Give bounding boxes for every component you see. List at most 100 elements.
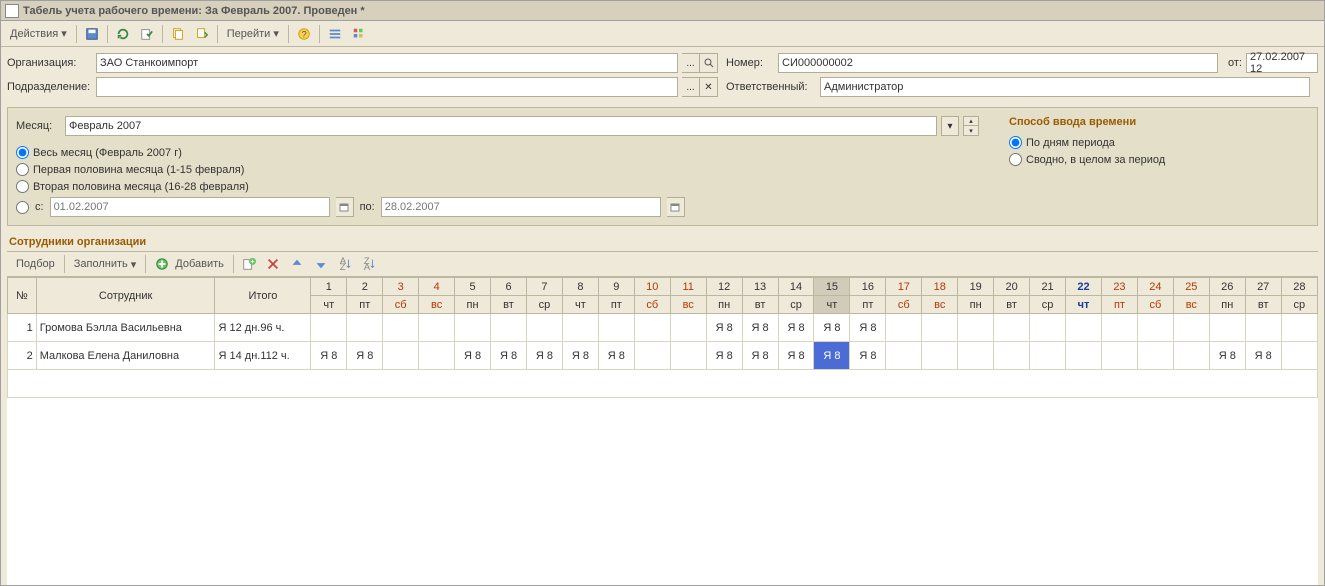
fill-menu[interactable]: Заполнить ▾: [69, 254, 142, 274]
cell-day[interactable]: [1030, 314, 1066, 342]
col-wd-16[interactable]: пт: [850, 296, 886, 314]
cell-day[interactable]: Я 8: [347, 342, 383, 370]
cell-day[interactable]: [886, 342, 922, 370]
dept-select-button[interactable]: ...: [682, 77, 700, 97]
cell-day[interactable]: Я 8: [850, 314, 886, 342]
period-second-radio[interactable]: [16, 180, 29, 193]
col-wd-8[interactable]: чт: [562, 296, 598, 314]
period-to-input[interactable]: 28.02.2007: [381, 197, 661, 217]
cell-day[interactable]: [1173, 342, 1209, 370]
col-wd-3[interactable]: сб: [383, 296, 419, 314]
cell-day[interactable]: [1101, 314, 1137, 342]
cell-day[interactable]: [383, 342, 419, 370]
post-button[interactable]: [136, 24, 158, 44]
org-lookup-button[interactable]: [700, 53, 718, 73]
col-wd-24[interactable]: сб: [1137, 296, 1173, 314]
col-wd-1[interactable]: чт: [311, 296, 347, 314]
cell-day[interactable]: [383, 314, 419, 342]
cell-day[interactable]: [634, 314, 670, 342]
col-wd-6[interactable]: вт: [491, 296, 527, 314]
col-day-15[interactable]: 15: [814, 278, 850, 296]
cell-day[interactable]: Я 8: [706, 342, 742, 370]
period-first-radio[interactable]: [16, 163, 29, 176]
add-button[interactable]: Добавить: [150, 254, 229, 274]
cell-day[interactable]: Я 8: [562, 342, 598, 370]
insert-button[interactable]: [238, 254, 260, 274]
cell-day[interactable]: [598, 314, 634, 342]
cell-day[interactable]: Я 8: [311, 342, 347, 370]
col-day-2[interactable]: 2: [347, 278, 383, 296]
number-input[interactable]: СИ000000002: [778, 53, 1218, 73]
cell-day[interactable]: Я 8: [814, 314, 850, 342]
help-button[interactable]: ?: [293, 24, 315, 44]
cell-day[interactable]: Я 8: [598, 342, 634, 370]
col-day-26[interactable]: 26: [1209, 278, 1245, 296]
cell-day[interactable]: Я 8: [778, 314, 814, 342]
col-wd-21[interactable]: ср: [1030, 296, 1066, 314]
col-wd-10[interactable]: сб: [634, 296, 670, 314]
cell-day[interactable]: [1245, 314, 1281, 342]
col-day-18[interactable]: 18: [922, 278, 958, 296]
col-day-4[interactable]: 4: [419, 278, 455, 296]
col-wd-27[interactable]: вт: [1245, 296, 1281, 314]
cell-day[interactable]: Я 8: [778, 342, 814, 370]
period-whole-radio[interactable]: [16, 146, 29, 159]
col-wd-12[interactable]: пн: [706, 296, 742, 314]
col-day-25[interactable]: 25: [1173, 278, 1209, 296]
cell-day[interactable]: [886, 314, 922, 342]
cell-day[interactable]: Я 8: [1209, 342, 1245, 370]
col-day-11[interactable]: 11: [670, 278, 706, 296]
col-day-24[interactable]: 24: [1137, 278, 1173, 296]
cell-day[interactable]: [994, 342, 1030, 370]
move-up-button[interactable]: [286, 254, 308, 274]
mode-summary-radio[interactable]: [1009, 153, 1022, 166]
col-wd-18[interactable]: вс: [922, 296, 958, 314]
sort-asc-button[interactable]: AZ: [334, 254, 356, 274]
col-day-6[interactable]: 6: [491, 278, 527, 296]
col-wd-9[interactable]: пт: [598, 296, 634, 314]
col-wd-15[interactable]: чт: [814, 296, 850, 314]
move-down-button[interactable]: [310, 254, 332, 274]
period-to-calendar-button[interactable]: [667, 197, 685, 217]
mode-days-radio[interactable]: [1009, 136, 1022, 149]
cell-day[interactable]: [455, 314, 491, 342]
col-wd-20[interactable]: вт: [994, 296, 1030, 314]
cell-day[interactable]: Я 8: [742, 314, 778, 342]
col-wd-17[interactable]: сб: [886, 296, 922, 314]
col-num[interactable]: №: [8, 278, 37, 314]
cell-day[interactable]: Я 8: [706, 314, 742, 342]
date-input[interactable]: 27.02.2007 12: [1246, 53, 1318, 73]
period-custom-radio[interactable]: [16, 201, 29, 214]
col-day-8[interactable]: 8: [562, 278, 598, 296]
save-button[interactable]: [81, 24, 103, 44]
list-button[interactable]: [324, 24, 346, 44]
cell-day[interactable]: [1281, 342, 1317, 370]
col-day-27[interactable]: 27: [1245, 278, 1281, 296]
col-day-10[interactable]: 10: [634, 278, 670, 296]
cell-day[interactable]: [491, 314, 527, 342]
col-wd-28[interactable]: ср: [1281, 296, 1317, 314]
col-day-12[interactable]: 12: [706, 278, 742, 296]
col-day-3[interactable]: 3: [383, 278, 419, 296]
cell-day[interactable]: [958, 314, 994, 342]
col-wd-11[interactable]: вс: [670, 296, 706, 314]
col-day-9[interactable]: 9: [598, 278, 634, 296]
timesheet-grid[interactable]: №СотрудникИтого1234567891011121314151617…: [7, 277, 1318, 398]
cell-day[interactable]: [958, 342, 994, 370]
cell-day[interactable]: [1209, 314, 1245, 342]
col-wd-22[interactable]: чт: [1066, 296, 1102, 314]
org-select-button[interactable]: ...: [682, 53, 700, 73]
cell-day[interactable]: [1066, 342, 1102, 370]
col-day-20[interactable]: 20: [994, 278, 1030, 296]
col-wd-7[interactable]: ср: [526, 296, 562, 314]
cell-day[interactable]: [1030, 342, 1066, 370]
col-wd-4[interactable]: вс: [419, 296, 455, 314]
cell-day[interactable]: Я 8: [455, 342, 491, 370]
cell-day[interactable]: [526, 314, 562, 342]
period-from-input[interactable]: 01.02.2007: [50, 197, 330, 217]
cell-day[interactable]: Я 8: [850, 342, 886, 370]
month-down-button[interactable]: ▾: [963, 126, 979, 136]
cell-day[interactable]: Я 8: [742, 342, 778, 370]
col-day-17[interactable]: 17: [886, 278, 922, 296]
cell-day[interactable]: [1066, 314, 1102, 342]
